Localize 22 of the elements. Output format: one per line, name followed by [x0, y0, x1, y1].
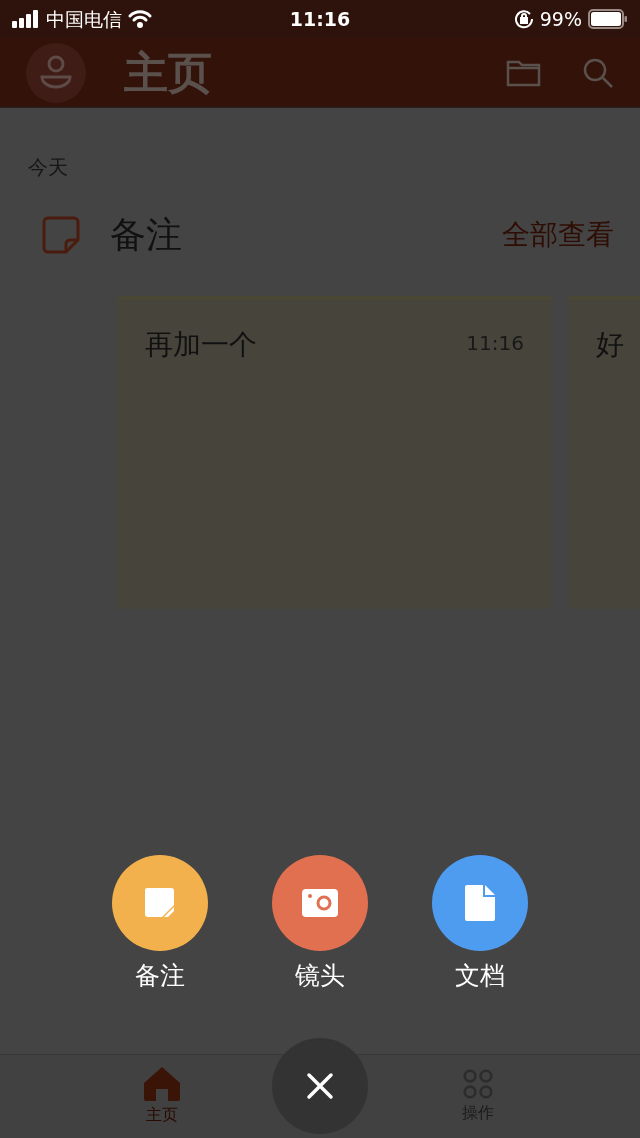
user-icon — [39, 54, 73, 91]
camera-icon — [302, 888, 338, 917]
action-label: 镜头 — [295, 959, 345, 992]
tab[interactable]: 主页 — [142, 1066, 182, 1127]
rotation-lock-icon — [513, 9, 534, 29]
sticky-note-icon — [143, 885, 177, 920]
wifi-icon — [128, 10, 152, 28]
close-icon — [306, 1072, 334, 1100]
folder-icon — [506, 58, 542, 87]
home-icon — [144, 1066, 180, 1101]
signal-icon — [12, 10, 40, 28]
carrier-name: 中国电信 — [46, 6, 122, 32]
battery-percent: 99% — [539, 6, 582, 32]
document-icon — [465, 884, 495, 921]
action-label: 备注 — [135, 959, 185, 992]
battery-icon — [588, 9, 628, 29]
search-icon — [582, 56, 614, 89]
page-title: 主页 — [124, 45, 213, 100]
action-label: 文档 — [455, 959, 505, 992]
sticky-note-icon — [42, 216, 80, 254]
clock-time: 11:16 — [288, 6, 352, 32]
view-all-link[interactable]: 全部查看 — [502, 214, 614, 256]
